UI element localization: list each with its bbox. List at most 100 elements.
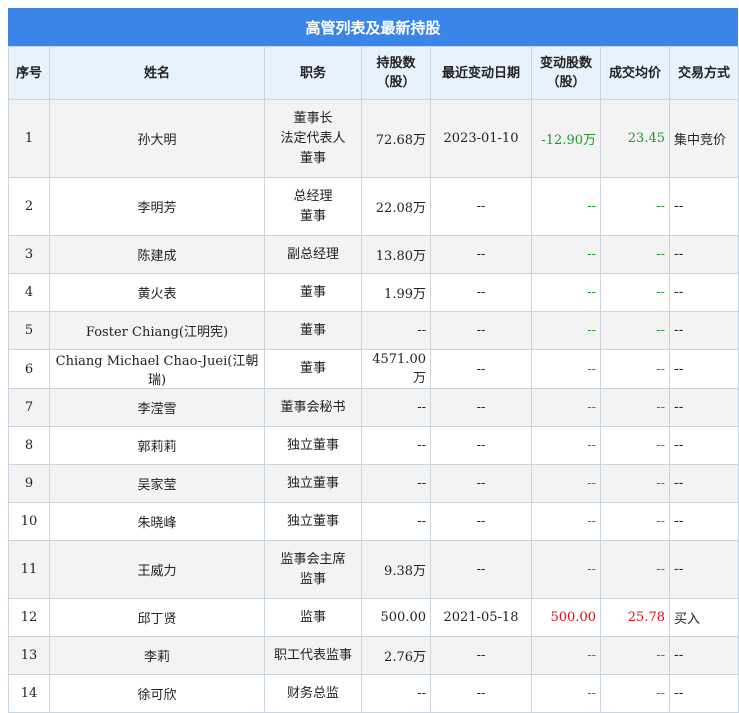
cell-position: 独立董事: [264, 464, 362, 503]
cell-date: --: [430, 235, 532, 274]
header-seq: 序号: [8, 46, 50, 100]
cell-change: --: [531, 273, 601, 312]
position-line: 总经理: [293, 188, 333, 204]
cell-change: --: [531, 311, 601, 350]
cell-seq: 14: [8, 674, 50, 713]
table-row: 9 吴家莹 独立董事 -- -- -- -- --: [8, 464, 739, 503]
cell-price: --: [600, 674, 670, 713]
cell-type: --: [669, 311, 739, 350]
position-line: 独立董事: [286, 513, 339, 529]
cell-seq: 7: [8, 388, 50, 427]
cell-position: 副总经理: [264, 235, 362, 274]
cell-price: --: [600, 426, 670, 465]
table-row: 2 李明芳 总经理 董事 22.08万 -- -- -- --: [8, 177, 739, 236]
cell-name: 王威力: [49, 540, 265, 599]
cell-change: --: [531, 235, 601, 274]
cell-type: --: [669, 388, 739, 427]
cell-price: --: [600, 349, 670, 389]
cell-price: --: [600, 540, 670, 599]
cell-price: --: [600, 388, 670, 427]
header-price: 成交均价: [600, 46, 670, 100]
cell-name: 李明芳: [49, 177, 265, 236]
position-line: 职工代表监事: [273, 647, 352, 663]
cell-shares: 4571.00万: [361, 349, 431, 389]
header-name: 姓名: [49, 46, 265, 100]
cell-seq: 1: [8, 99, 50, 178]
header-position: 职务: [264, 46, 362, 100]
cell-change: --: [531, 674, 601, 713]
table-row: 5 Foster Chiang(江明宪) 董事 -- -- -- -- --: [8, 311, 739, 350]
table-row: 12 邱丁贤 监事 500.00 2021-05-18 500.00 25.78 买入: [8, 598, 739, 637]
cell-type: --: [669, 464, 739, 503]
cell-shares: --: [361, 464, 431, 503]
header-row: 序号 姓名 职务 持股数 （股） 最近变动日期 变动股数 （股） 成交均价 交易方式: [8, 46, 739, 100]
cell-seq: 13: [8, 636, 50, 675]
position-line: 法定代表人: [280, 130, 346, 146]
cell-change: --: [531, 464, 601, 503]
header-type: 交易方式: [669, 46, 739, 100]
cell-name: 吴家莹: [49, 464, 265, 503]
cell-shares: --: [361, 388, 431, 427]
cell-price: 23.45: [600, 99, 670, 178]
cell-change: --: [531, 177, 601, 236]
cell-change: --: [531, 540, 601, 599]
cell-date: --: [430, 674, 532, 713]
cell-date: 2023-01-10: [430, 99, 532, 178]
table-row: 11 王威力 监事会主席 监事 9.38万 -- -- -- --: [8, 540, 739, 599]
cell-type: --: [669, 636, 739, 675]
header-change-label: 变动股数 （股）: [539, 56, 592, 90]
cell-name: 邱丁贤: [49, 598, 265, 637]
cell-seq: 8: [8, 426, 50, 465]
position-line: 董事: [299, 208, 326, 224]
cell-position: 独立董事: [264, 502, 362, 541]
cell-name: Chiang Michael Chao-Juei(江朝瑞): [49, 349, 265, 389]
cell-type: --: [669, 235, 739, 274]
cell-position: 董事: [264, 349, 362, 389]
position-line: 财务总监: [286, 685, 339, 701]
cell-position: 董事长法定代表人董事: [264, 99, 362, 178]
cell-name: 孙大明: [49, 99, 265, 178]
cell-seq: 12: [8, 598, 50, 637]
table-row: 4 黄火表 董事 1.99万 -- -- -- --: [8, 273, 739, 312]
cell-date: --: [430, 388, 532, 427]
cell-seq: 2: [8, 177, 50, 236]
position-line: 监事会主席: [280, 551, 346, 567]
cell-price: --: [600, 464, 670, 503]
cell-change: --: [531, 426, 601, 465]
cell-type: --: [669, 273, 739, 312]
cell-name: 朱晓峰: [49, 502, 265, 541]
position-line: 董事: [299, 284, 326, 300]
cell-seq: 5: [8, 311, 50, 350]
cell-date: --: [430, 426, 532, 465]
position-line: 董事: [299, 150, 326, 166]
position-line: 董事长: [293, 110, 333, 126]
table-row: 1 孙大明 董事长 法定代表人 董事 72.68万 2023-01-10 -12.90万 23.…: [8, 99, 739, 178]
position-line: 董事: [299, 361, 326, 376]
cell-change: --: [531, 502, 601, 541]
cell-change: -12.90万: [531, 99, 601, 178]
cell-name: 李滢雪: [49, 388, 265, 427]
position-line: 董事: [299, 322, 326, 338]
cell-price: --: [600, 502, 670, 541]
cell-position: 监事: [264, 598, 362, 637]
cell-shares: 13.80万: [361, 235, 431, 274]
cell-change: --: [531, 388, 601, 427]
cell-price: --: [600, 636, 670, 675]
cell-type: 集中竞价: [669, 99, 739, 178]
cell-date: --: [430, 349, 532, 389]
header-shares: 持股数 （股）: [361, 46, 431, 100]
cell-type: --: [669, 426, 739, 465]
cell-seq: 3: [8, 235, 50, 274]
cell-name: 郭莉莉: [49, 426, 265, 465]
cell-change: --: [531, 349, 601, 389]
header-shares-label: 持股数 （股）: [376, 56, 416, 90]
cell-shares: 22.08万: [361, 177, 431, 236]
position-line: 监事: [299, 571, 326, 587]
table-row: 14 徐可欣 财务总监 -- -- -- -- --: [8, 674, 739, 713]
position-line: 监事: [299, 609, 326, 625]
cell-name: 陈建成: [49, 235, 265, 274]
cell-type: --: [669, 540, 739, 599]
cell-type: --: [669, 502, 739, 541]
cell-position: 监事会主席 监事: [264, 540, 362, 599]
cell-position: 董事: [264, 311, 362, 350]
